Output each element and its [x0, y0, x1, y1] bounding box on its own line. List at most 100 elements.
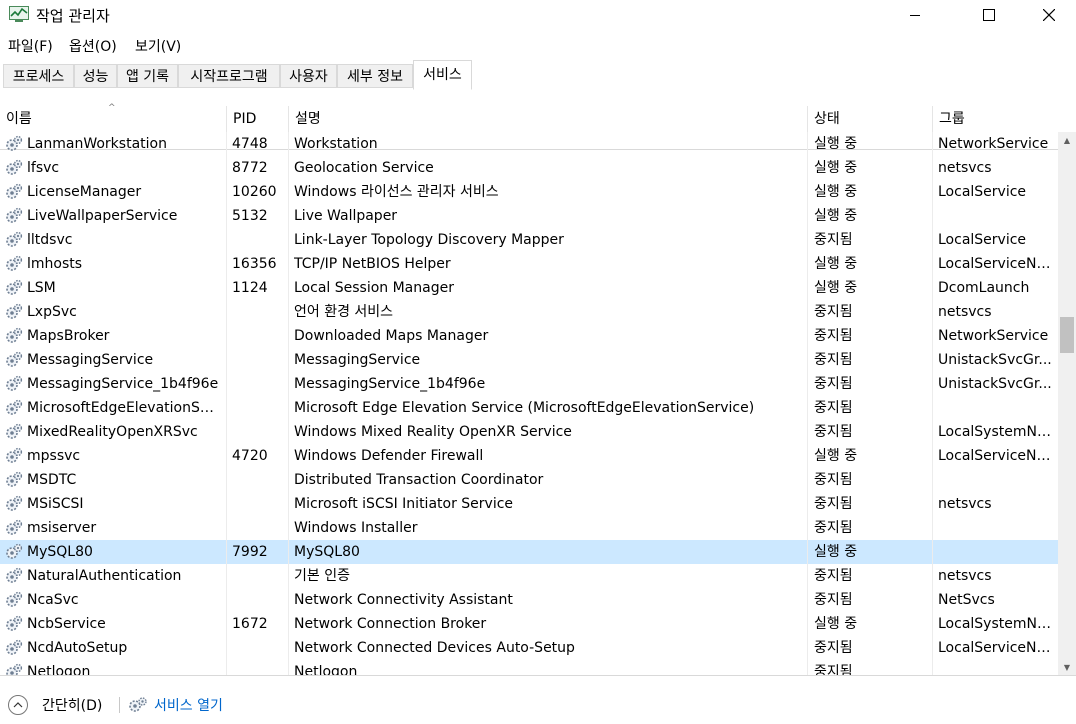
- service-status: 실행 중: [814, 544, 858, 560]
- service-group: DcomLaunch: [938, 280, 1030, 296]
- service-row[interactable]: NcdAutoSetup Network Connected Devices Au…: [0, 636, 1058, 660]
- tab-users[interactable]: 사용자: [280, 64, 337, 88]
- service-row[interactable]: MapsBroker Downloaded Maps Manager 중지됨 Netw…: [0, 324, 1058, 348]
- column-divider: [288, 204, 289, 228]
- column-divider: [226, 324, 227, 348]
- open-services-link[interactable]: 서비스 열기: [128, 693, 223, 717]
- service-description: Windows Defender Firewall: [294, 448, 484, 464]
- maximize-icon: [983, 9, 995, 21]
- service-row[interactable]: lltdsvc Link-Layer Topology Discovery Map…: [0, 228, 1058, 252]
- footer-bar: 간단히(D) 서비스 열기: [0, 675, 1076, 724]
- column-divider: [226, 228, 227, 252]
- tab-performance[interactable]: 성능: [74, 64, 117, 88]
- column-divider: [807, 660, 808, 676]
- close-button[interactable]: [1026, 0, 1072, 30]
- service-row[interactable]: LanmanWorkstation 4748 Workstation 실행 중 Netw…: [0, 132, 1058, 156]
- tab-startup[interactable]: 시작프로그램: [178, 64, 280, 88]
- column-divider: [226, 516, 227, 540]
- scroll-down-arrow-icon[interactable]: ▼: [1058, 659, 1076, 676]
- close-icon: [1043, 9, 1055, 21]
- service-name: MSiSCSI: [27, 496, 84, 512]
- column-divider: [226, 492, 227, 516]
- column-divider: [226, 636, 227, 660]
- service-row[interactable]: Netlogon Netlogon 중지됨: [0, 660, 1058, 676]
- column-header-status[interactable]: 상태: [808, 106, 932, 132]
- service-row[interactable]: msiserver Windows Installer 중지됨: [0, 516, 1058, 540]
- service-row[interactable]: lfsvc 8772 Geolocation Service 실행 중 netsvcs: [0, 156, 1058, 180]
- tab-processes[interactable]: 프로세스: [3, 64, 74, 88]
- tab-app-history[interactable]: 앱 기록: [117, 64, 178, 88]
- vertical-scrollbar[interactable]: ▲ ▼: [1058, 132, 1076, 676]
- service-row[interactable]: LSM 1124 Local Session Manager 실행 중 DcomLaun…: [0, 276, 1058, 300]
- service-row[interactable]: LicenseManager 10260 Windows 라이선스 관리자 서비스 실…: [0, 180, 1058, 204]
- service-row[interactable]: LiveWallpaperService 5132 Live Wallpaper 실행…: [0, 204, 1058, 228]
- service-pid: [232, 516, 288, 540]
- service-status: 중지됨: [814, 424, 853, 440]
- service-pid: 1124: [232, 280, 268, 296]
- service-status: 실행 중: [814, 280, 858, 296]
- service-pid: 1672: [232, 616, 268, 632]
- column-divider: [807, 612, 808, 636]
- maximize-button[interactable]: [966, 0, 1012, 30]
- service-group: [938, 660, 1054, 676]
- service-row[interactable]: mpssvc 4720 Windows Defender Firewall 실행 중 L…: [0, 444, 1058, 468]
- service-description: MySQL80: [294, 544, 360, 560]
- service-row[interactable]: MSDTC Distributed Transaction Coordinator…: [0, 468, 1058, 492]
- service-row[interactable]: lmhosts 16356 TCP/IP NetBIOS Helper 실행 중 Loc…: [0, 252, 1058, 276]
- minimize-button[interactable]: [892, 0, 938, 30]
- service-row[interactable]: MSiSCSI Microsoft iSCSI Initiator Service…: [0, 492, 1058, 516]
- service-row[interactable]: MicrosoftEdgeElevationSer... Microsoft Ed…: [0, 396, 1058, 420]
- menu-options[interactable]: 옵션(O): [69, 36, 117, 56]
- fewer-details-button[interactable]: 간단히(D): [8, 693, 102, 717]
- service-description: Geolocation Service: [294, 160, 434, 176]
- column-divider: [807, 396, 808, 420]
- service-row[interactable]: NcaSvc Network Connectivity Assistant 중지됨 N…: [0, 588, 1058, 612]
- service-name: LSM: [27, 280, 56, 296]
- gears-icon: [5, 207, 23, 225]
- menu-view[interactable]: 보기(V): [135, 36, 181, 56]
- service-row[interactable]: LxpSvc 언어 환경 서비스 중지됨 netsvcs: [0, 300, 1058, 324]
- service-description: Workstation: [294, 136, 378, 152]
- service-row[interactable]: NaturalAuthentication 기본 인증 중지됨 netsvcs: [0, 564, 1058, 588]
- service-status: 중지됨: [814, 304, 853, 320]
- column-divider: [932, 588, 933, 612]
- service-pid: 8772: [232, 160, 268, 176]
- column-header-pid[interactable]: PID: [227, 106, 288, 132]
- column-divider: [807, 372, 808, 396]
- column-divider: [807, 300, 808, 324]
- service-description: Live Wallpaper: [294, 208, 398, 224]
- scroll-up-arrow-icon[interactable]: ▲: [1058, 132, 1076, 149]
- column-divider: [807, 636, 808, 660]
- service-row[interactable]: MixedRealityOpenXRSvc Windows Mixed Reali…: [0, 420, 1058, 444]
- service-pid: [232, 420, 288, 444]
- service-name: MSDTC: [27, 472, 77, 488]
- column-divider: [932, 204, 933, 228]
- service-group: netsvcs: [938, 568, 992, 584]
- column-header-group[interactable]: 그룹: [933, 106, 1058, 132]
- column-divider: [288, 252, 289, 276]
- column-divider: [288, 228, 289, 252]
- service-pid: [232, 324, 288, 348]
- column-header-description[interactable]: 설명: [289, 106, 807, 132]
- gears-icon: [5, 135, 23, 153]
- gears-icon: [5, 375, 23, 393]
- service-name: lfsvc: [27, 160, 60, 176]
- service-group: NetSvcs: [938, 592, 995, 608]
- open-services-label: 서비스 열기: [154, 698, 223, 714]
- column-header-name[interactable]: 이름: [0, 106, 226, 132]
- column-divider: [932, 228, 933, 252]
- service-row[interactable]: MessagingService_1b4f96e MessagingService…: [0, 372, 1058, 396]
- service-status: 중지됨: [814, 328, 853, 344]
- column-divider: [932, 492, 933, 516]
- service-row[interactable]: NcbService 1672 Network Connection Broker 실…: [0, 612, 1058, 636]
- menu-file[interactable]: 파일(F): [8, 36, 53, 56]
- service-status: 중지됨: [814, 232, 853, 248]
- tab-details[interactable]: 세부 정보: [337, 64, 413, 88]
- column-divider: [288, 156, 289, 180]
- service-row[interactable]: MySQL80 7992 MySQL80 실행 중: [0, 540, 1058, 564]
- service-name: mpssvc: [27, 448, 81, 464]
- scrollbar-thumb[interactable]: [1060, 317, 1074, 353]
- service-row[interactable]: MessagingService MessagingService 중지됨 Unist…: [0, 348, 1058, 372]
- service-description: Windows Mixed Reality OpenXR Service: [294, 424, 572, 440]
- tab-services[interactable]: 서비스: [413, 60, 472, 90]
